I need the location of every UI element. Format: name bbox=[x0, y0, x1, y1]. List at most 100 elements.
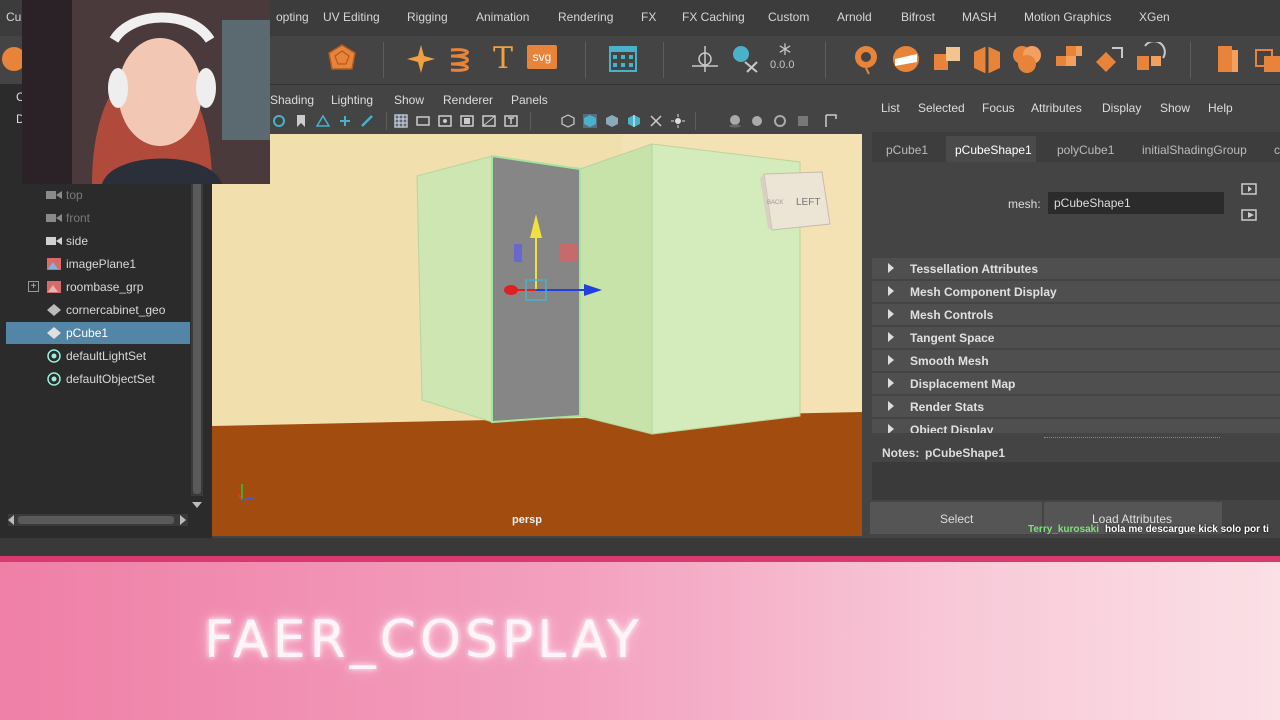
ae-menu-display[interactable]: Display bbox=[1102, 101, 1141, 115]
select-camera-icon[interactable] bbox=[272, 114, 286, 128]
viewport-menu-lighting[interactable]: Lighting bbox=[331, 93, 373, 107]
smooth-shade-icon[interactable] bbox=[583, 114, 597, 128]
time-slider[interactable] bbox=[0, 538, 1280, 556]
splitter-handle[interactable] bbox=[1044, 437, 1220, 442]
sculpt-icon[interactable] bbox=[889, 42, 923, 76]
section-displacement-map[interactable]: Displacement Map bbox=[872, 373, 1280, 394]
bridge-icon[interactable] bbox=[1133, 42, 1167, 76]
outliner-vertical-scrollbar[interactable] bbox=[191, 180, 203, 496]
ae-menu-show[interactable]: Show bbox=[1160, 101, 1190, 115]
section-smooth-mesh[interactable]: Smooth Mesh bbox=[872, 350, 1280, 371]
section-mesh-component-display[interactable]: Mesh Component Display bbox=[872, 281, 1280, 302]
notes-textarea[interactable] bbox=[872, 462, 1280, 500]
shelf-tab-fx[interactable]: FX bbox=[641, 10, 656, 24]
cube-stack-icon[interactable] bbox=[1210, 42, 1244, 76]
mesh-name-field[interactable]: pCubeShape1 bbox=[1048, 192, 1224, 214]
section-render-stats[interactable]: Render Stats bbox=[872, 396, 1280, 417]
lighting-icon[interactable] bbox=[671, 114, 685, 128]
separate-icon[interactable] bbox=[970, 42, 1004, 76]
snowflake-icon[interactable]: 0.0.0 bbox=[768, 42, 802, 76]
boolean-icon[interactable] bbox=[1010, 42, 1044, 76]
shelf-tab-mash[interactable]: MASH bbox=[962, 10, 997, 24]
textured-icon[interactable] bbox=[627, 114, 641, 128]
ambient-occlusion-icon[interactable] bbox=[750, 114, 764, 128]
safe-action-icon[interactable] bbox=[504, 114, 518, 128]
duplicate-icon[interactable] bbox=[1250, 42, 1280, 76]
ae-menu-attributes[interactable]: Attributes bbox=[1031, 101, 1082, 115]
locator-icon[interactable] bbox=[688, 42, 722, 76]
viewport-menu-show[interactable]: Show bbox=[394, 93, 424, 107]
ae-menu-selected[interactable]: Selected bbox=[918, 101, 965, 115]
section-tangent-space[interactable]: Tangent Space bbox=[872, 327, 1280, 348]
scroll-left-arrow-icon[interactable] bbox=[8, 515, 14, 525]
viewport-scene[interactable]: BACK LEFT persp bbox=[212, 134, 862, 536]
tab-polycube1[interactable]: polyCube1 bbox=[1057, 143, 1114, 157]
film-gate-icon[interactable] bbox=[416, 114, 430, 128]
combine-icon[interactable] bbox=[930, 42, 964, 76]
bookmark-icon[interactable] bbox=[294, 114, 308, 128]
expand-plus-icon[interactable]: + bbox=[28, 281, 39, 292]
field-chart-icon[interactable] bbox=[482, 114, 496, 128]
measure-icon[interactable] bbox=[727, 42, 761, 76]
outliner-item-top[interactable]: top bbox=[6, 184, 190, 206]
resolution-gate-icon[interactable] bbox=[438, 114, 452, 128]
isolate-select-icon[interactable] bbox=[824, 114, 838, 128]
outliner-item-side[interactable]: side bbox=[6, 230, 190, 252]
outliner-horizontal-scrollbar[interactable] bbox=[8, 514, 188, 526]
move-arrow-x-icon[interactable] bbox=[504, 285, 518, 295]
ae-menu-help[interactable]: Help bbox=[1208, 101, 1233, 115]
svg-tool-icon[interactable]: svg bbox=[527, 45, 557, 69]
select-button[interactable]: Select bbox=[870, 502, 1042, 534]
wireframe-icon[interactable] bbox=[561, 114, 575, 128]
section-object-display[interactable]: Object Display bbox=[872, 419, 1280, 433]
ae-menu-focus[interactable]: Focus bbox=[982, 101, 1015, 115]
outliner-item-imageplane1[interactable]: imagePlane1 bbox=[6, 253, 190, 275]
tab-pcube1[interactable]: pCube1 bbox=[886, 143, 928, 157]
focus-icon[interactable] bbox=[1240, 182, 1260, 196]
shelf-tab-custom[interactable]: Custom bbox=[768, 10, 809, 24]
shelf-tab-bifrost[interactable]: Bifrost bbox=[901, 10, 935, 24]
gate-mask-icon[interactable] bbox=[460, 114, 474, 128]
text-tool-icon[interactable]: T bbox=[486, 41, 520, 76]
shelf-tab-scripting[interactable]: opting bbox=[276, 10, 309, 24]
plane-handle-yz[interactable] bbox=[514, 244, 522, 262]
2d-pan-icon[interactable] bbox=[338, 114, 352, 128]
shelf-tab-animation[interactable]: Animation bbox=[476, 10, 529, 24]
viewport-menu-panels[interactable]: Panels bbox=[511, 93, 548, 107]
outliner-item-defaultlightset[interactable]: defaultLightSet bbox=[6, 345, 190, 367]
star-icon[interactable] bbox=[404, 42, 438, 76]
shelf-tab-curves[interactable]: Cu bbox=[6, 10, 21, 24]
motion-blur-icon[interactable] bbox=[773, 114, 787, 128]
scroll-right-arrow-icon[interactable] bbox=[180, 515, 186, 525]
outliner-item-pcube1[interactable]: pCube1 bbox=[6, 322, 190, 344]
shadows-icon[interactable] bbox=[728, 114, 742, 128]
ae-menu-list[interactable]: List bbox=[881, 101, 900, 115]
outliner-item-front[interactable]: front bbox=[6, 207, 190, 229]
grid-panel-icon[interactable] bbox=[606, 42, 640, 76]
outliner-item-roombase-grp[interactable]: + roombase_grp bbox=[6, 276, 190, 298]
viewport-menu-renderer[interactable]: Renderer bbox=[443, 93, 493, 107]
tab-pcubeshape1[interactable]: pCubeShape1 bbox=[955, 143, 1032, 157]
outliner-scroll-thumb[interactable] bbox=[193, 180, 201, 494]
viewport-persp[interactable]: BACK LEFT persp bbox=[212, 134, 862, 536]
plane-handle-xy[interactable] bbox=[560, 244, 578, 262]
outliner-hscroll-thumb[interactable] bbox=[18, 516, 174, 524]
tab-more[interactable]: c bbox=[1274, 143, 1280, 157]
xray-icon[interactable] bbox=[649, 114, 663, 128]
anti-alias-icon[interactable] bbox=[796, 114, 810, 128]
presets-icon[interactable] bbox=[1240, 208, 1260, 222]
outliner-item-cornercabinet-geo[interactable]: cornercabinet_geo bbox=[6, 299, 190, 321]
shelf-tab-xgen[interactable]: XGen bbox=[1139, 10, 1170, 24]
shelf-tab-rigging[interactable]: Rigging bbox=[407, 10, 448, 24]
platonic-solid-icon[interactable] bbox=[325, 42, 359, 76]
section-mesh-controls[interactable]: Mesh Controls bbox=[872, 304, 1280, 325]
default-material-icon[interactable] bbox=[605, 114, 619, 128]
bevel-icon[interactable] bbox=[1092, 42, 1126, 76]
lasso-icon[interactable] bbox=[849, 42, 883, 76]
shelf-tab-uv-editing[interactable]: UV Editing bbox=[323, 10, 380, 24]
section-tessellation-attributes[interactable]: Tessellation Attributes bbox=[872, 258, 1280, 279]
outliner-item-defaultobjectset[interactable]: defaultObjectSet bbox=[6, 368, 190, 390]
shelf-tab-arnold[interactable]: Arnold bbox=[837, 10, 872, 24]
tab-initialshadinggroup[interactable]: initialShadingGroup bbox=[1142, 143, 1247, 157]
grease-pencil-icon[interactable] bbox=[360, 114, 374, 128]
